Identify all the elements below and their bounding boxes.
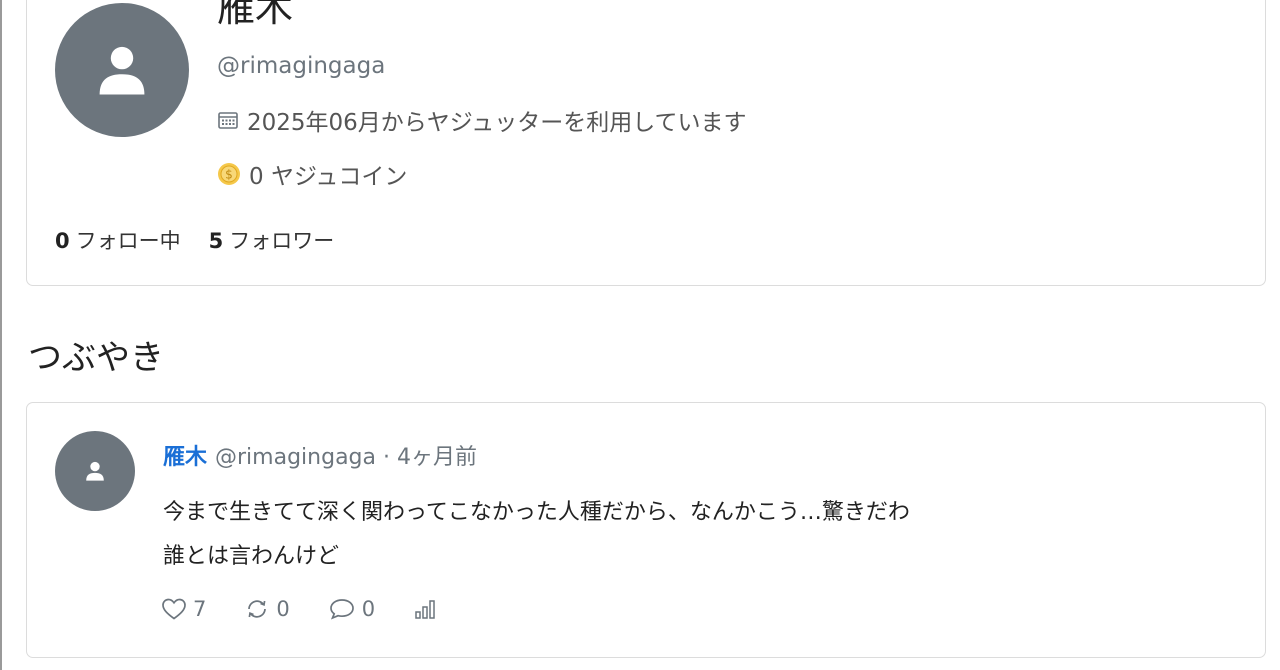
calendar-icon [217,109,239,131]
post-handle: @rimagingaga [215,445,376,470]
coin-text: 0 ヤジュコイン [249,164,408,190]
like-button[interactable]: 7 [161,597,206,621]
joined-date: 2025年06月からヤジュッターを利用しています [217,103,747,137]
person-icon [86,461,104,481]
post-time[interactable]: 4ヶ月前 [397,445,477,470]
following-label: フォロー中 [75,229,181,253]
reply-count: 0 [361,597,376,621]
profile-card: 雁木 @rimagingaga 2025年06月からヤジュッターを利用しています [26,0,1266,286]
followers-link[interactable]: 5 フォロワー [209,225,335,255]
svg-text:$: $ [225,168,233,182]
following-count: 0 [55,229,70,253]
post-body: 今まで生きてて深く関わってこなかった人種だから、なんかこう…驚きだわ 誰とは言わ… [163,491,910,579]
section-title: つぶやき [28,338,164,378]
bar-chart-icon [413,597,439,621]
page-frame: 雁木 @rimagingaga 2025年06月からヤジュッターを利用しています [0,0,1280,670]
joined-text: 2025年06月からヤジュッターを利用しています [247,110,747,136]
followers-count: 5 [208,229,224,253]
profile-avatar[interactable] [55,3,189,137]
post-author-link[interactable]: 雁木 [163,445,207,470]
person-icon [99,46,145,95]
post-line: 今まで生きてて深く関わってこなかった人種だから、なんかこう…驚きだわ [163,500,910,525]
heart-icon [161,597,187,621]
following-link[interactable]: 0 フォロー中 [55,225,181,255]
repost-icon [244,597,270,621]
followers-label: フォロワー [229,229,335,253]
post-avatar[interactable] [55,431,135,511]
stats-button[interactable] [413,597,445,621]
coin-icon: $ [217,162,241,186]
like-count: 7 [193,597,207,621]
profile-display-name: 雁木 [217,0,294,30]
repost-count: 0 [276,597,290,621]
post-actions: 7 0 0 [161,597,483,621]
comment-icon [328,597,356,621]
post-line: 誰とは言わんけど [163,544,340,569]
post-separator: · [383,445,390,470]
repost-button[interactable]: 0 [244,597,290,621]
follow-stats: 0 フォロー中 5 フォロワー [55,225,362,255]
post-header: 雁木 @rimagingaga · 4ヶ月前 [163,439,477,471]
profile-handle: @rimagingaga [217,53,386,79]
coin-balance: $ 0 ヤジュコイン [217,157,407,191]
reply-button[interactable]: 0 [328,597,375,621]
post-card[interactable]: 雁木 @rimagingaga · 4ヶ月前 今まで生きてて深く関わってこなかった… [26,402,1266,658]
